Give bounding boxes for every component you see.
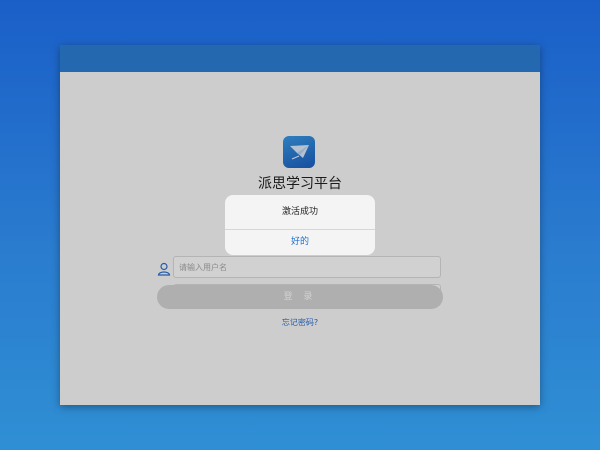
dialog-ok-button[interactable]: 好的 [225,230,375,255]
activation-success-dialog: 激活成功 好的 [225,195,375,255]
dialog-message: 激活成功 [281,207,318,217]
